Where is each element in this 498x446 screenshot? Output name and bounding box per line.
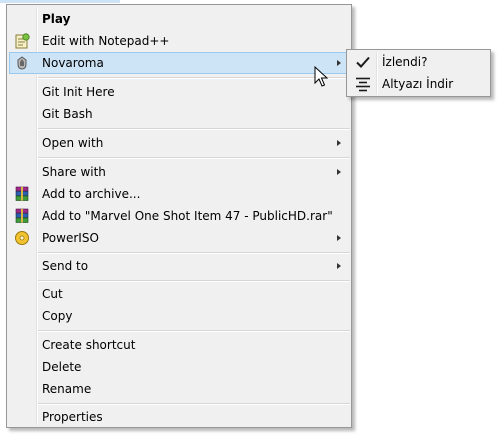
menu-item-label: Add to "Marvel One Shot Item 47 - Public… bbox=[42, 209, 333, 223]
submenu-arrow-icon bbox=[337, 169, 341, 175]
menu-item-label: Novaroma bbox=[42, 56, 104, 70]
menu-item-copy[interactable]: Copy bbox=[9, 305, 349, 327]
menu-item-open-with[interactable]: Open with bbox=[9, 132, 349, 154]
submenu-item-watched[interactable]: İzlendi? bbox=[349, 52, 488, 74]
menu-item-label: Git Bash bbox=[42, 107, 93, 121]
background-selection-strip bbox=[0, 0, 120, 3]
submenu-item-label: Altyazı İndir bbox=[382, 77, 454, 91]
menu-item-label: Delete bbox=[42, 360, 82, 374]
menu-separator bbox=[38, 252, 350, 254]
menu-item-label: Git Init Here bbox=[42, 85, 115, 99]
check-icon bbox=[354, 54, 372, 70]
align-center-icon bbox=[354, 76, 372, 92]
menu-item-label: Edit with Notepad++ bbox=[42, 34, 170, 48]
menu-item-label: Cut bbox=[42, 287, 63, 301]
menu-item-edit-notepad[interactable]: Edit with Notepad++ bbox=[9, 30, 349, 52]
menu-item-rename[interactable]: Rename bbox=[9, 378, 349, 400]
mouse-cursor-icon bbox=[314, 65, 329, 88]
menu-item-add-archive[interactable]: Add to archive... bbox=[9, 183, 349, 205]
menu-item-label: Properties bbox=[42, 410, 103, 424]
menu-item-label: Copy bbox=[42, 309, 73, 323]
menu-item-label: Send to bbox=[42, 259, 89, 273]
menu-item-novaroma[interactable]: Novaroma bbox=[9, 52, 349, 74]
notepad-plus-plus-icon bbox=[14, 33, 30, 49]
winrar-icon bbox=[14, 186, 30, 202]
menu-separator bbox=[38, 157, 350, 159]
novaroma-submenu: İzlendi? Altyazı İndir bbox=[346, 49, 491, 97]
menu-item-git-bash[interactable]: Git Bash bbox=[9, 103, 349, 125]
menu-item-label: Share with bbox=[42, 165, 106, 179]
submenu-item-label: İzlendi? bbox=[382, 55, 428, 69]
menu-item-properties[interactable]: Properties bbox=[9, 406, 349, 428]
screen: Play Edit with Notepad++ Novaroma Git In… bbox=[0, 0, 498, 446]
menu-item-create-shortcut[interactable]: Create shortcut bbox=[9, 334, 349, 356]
poweriso-icon bbox=[14, 230, 30, 246]
menu-separator bbox=[38, 403, 350, 405]
menu-item-label: Rename bbox=[42, 382, 92, 396]
submenu-arrow-icon bbox=[337, 60, 341, 66]
menu-item-add-to-rar[interactable]: Add to "Marvel One Shot Item 47 - Public… bbox=[9, 205, 349, 227]
submenu-arrow-icon bbox=[337, 263, 341, 269]
menu-item-label: Add to archive... bbox=[42, 187, 141, 201]
submenu-item-subtitle-download[interactable]: Altyazı İndir bbox=[349, 74, 488, 96]
menu-item-poweriso[interactable]: PowerISO bbox=[9, 227, 349, 249]
novaroma-icon bbox=[14, 55, 30, 71]
menu-separator bbox=[38, 330, 350, 332]
winrar-icon bbox=[14, 208, 30, 224]
menu-item-delete[interactable]: Delete bbox=[9, 356, 349, 378]
menu-separator bbox=[38, 77, 350, 79]
submenu-arrow-icon bbox=[337, 140, 341, 146]
context-menu: Play Edit with Notepad++ Novaroma Git In… bbox=[6, 4, 352, 428]
menu-item-label: PowerISO bbox=[42, 231, 99, 245]
menu-item-send-to[interactable]: Send to bbox=[9, 255, 349, 277]
menu-item-cut[interactable]: Cut bbox=[9, 283, 349, 305]
menu-item-label: Create shortcut bbox=[42, 338, 136, 352]
menu-item-label: Open with bbox=[42, 136, 104, 150]
menu-separator bbox=[38, 128, 350, 130]
menu-item-play[interactable]: Play bbox=[9, 8, 349, 30]
menu-item-label: Play bbox=[42, 12, 71, 26]
menu-item-share-with[interactable]: Share with bbox=[9, 161, 349, 183]
submenu-arrow-icon bbox=[337, 235, 341, 241]
menu-separator bbox=[38, 280, 350, 282]
menu-item-git-init[interactable]: Git Init Here bbox=[9, 81, 349, 103]
